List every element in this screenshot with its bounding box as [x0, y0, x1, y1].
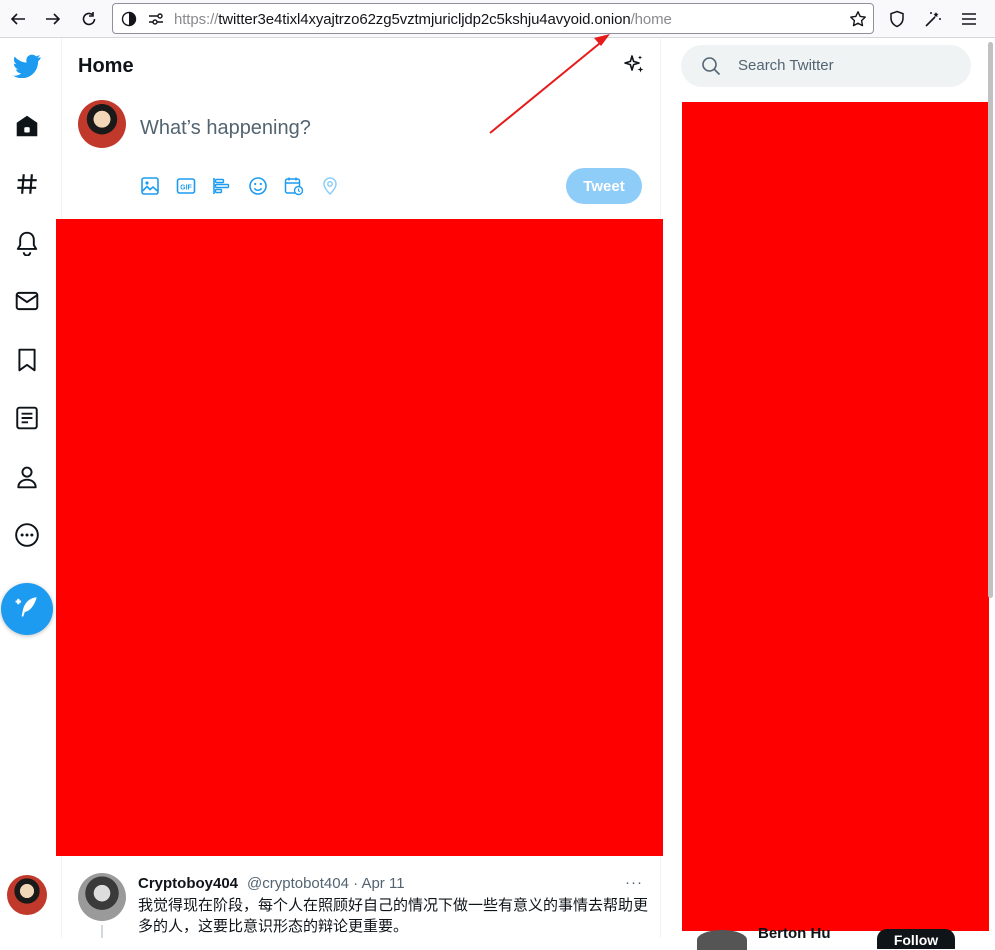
back-icon[interactable]	[6, 7, 30, 31]
gif-icon[interactable]: GIF	[176, 176, 196, 196]
composer-avatar[interactable]	[78, 100, 126, 148]
svg-text:GIF: GIF	[180, 185, 192, 192]
poll-icon[interactable]	[212, 176, 232, 196]
explore-hash-icon[interactable]	[13, 170, 41, 198]
tweet-button[interactable]: Tweet	[566, 168, 642, 204]
tweet-author-name[interactable]: Cryptoboy404	[138, 875, 238, 892]
bookmark-star-icon[interactable]	[849, 10, 867, 33]
search-placeholder: Search Twitter	[738, 57, 834, 74]
schedule-icon[interactable]	[284, 176, 304, 196]
forward-icon[interactable]	[41, 7, 65, 31]
suggested-user-avatar[interactable]	[697, 930, 747, 950]
compose-input[interactable]: What’s happening?	[140, 117, 311, 140]
shield-icon[interactable]	[885, 7, 909, 31]
tweet-text: 我觉得现在阶段，每个人在照顾好自己的情况下做一些有意义的事情去帮助更多的人，这要…	[138, 897, 649, 935]
follow-button[interactable]: Follow	[877, 929, 955, 949]
tweet-author-handle[interactable]: @cryptobot404 · Apr 11	[247, 875, 405, 892]
site-info-icon[interactable]	[121, 11, 137, 32]
permissions-icon[interactable]	[147, 11, 165, 32]
menu-icon[interactable]	[957, 7, 981, 31]
lists-icon[interactable]	[13, 404, 41, 432]
twitter-logo-icon[interactable]	[13, 52, 41, 80]
emoji-icon[interactable]	[248, 176, 268, 196]
url-scheme: https://	[174, 11, 219, 28]
account-avatar[interactable]	[7, 875, 47, 915]
page-title: Home	[78, 55, 134, 77]
top-tweets-sparkle-icon[interactable]	[622, 53, 646, 77]
messages-mail-icon[interactable]	[13, 287, 41, 315]
redacted-timeline-block	[56, 219, 663, 856]
extension-icon[interactable]	[921, 7, 945, 31]
annotation-arrow	[489, 34, 610, 134]
more-icon[interactable]	[13, 521, 41, 549]
scrollbar[interactable]	[988, 42, 993, 598]
thread-line	[101, 925, 103, 938]
notifications-bell-icon[interactable]	[13, 229, 41, 257]
home-icon[interactable]	[13, 112, 41, 140]
profile-icon[interactable]	[13, 463, 41, 491]
reload-icon[interactable]	[77, 7, 101, 31]
suggested-user-name[interactable]: Berton Hu	[758, 925, 831, 942]
bookmarks-icon[interactable]	[13, 346, 41, 374]
url-path: /home	[630, 11, 672, 28]
media-icon[interactable]	[140, 176, 160, 196]
tweet-author-avatar[interactable]	[78, 873, 126, 921]
compose-tweet-icon	[14, 594, 40, 625]
compose-tweet-button[interactable]	[1, 583, 53, 635]
redacted-sidebar-block	[682, 102, 989, 931]
tweet-more-icon[interactable]: ···	[622, 872, 646, 892]
location-icon	[320, 176, 340, 196]
search-icon	[701, 56, 721, 76]
